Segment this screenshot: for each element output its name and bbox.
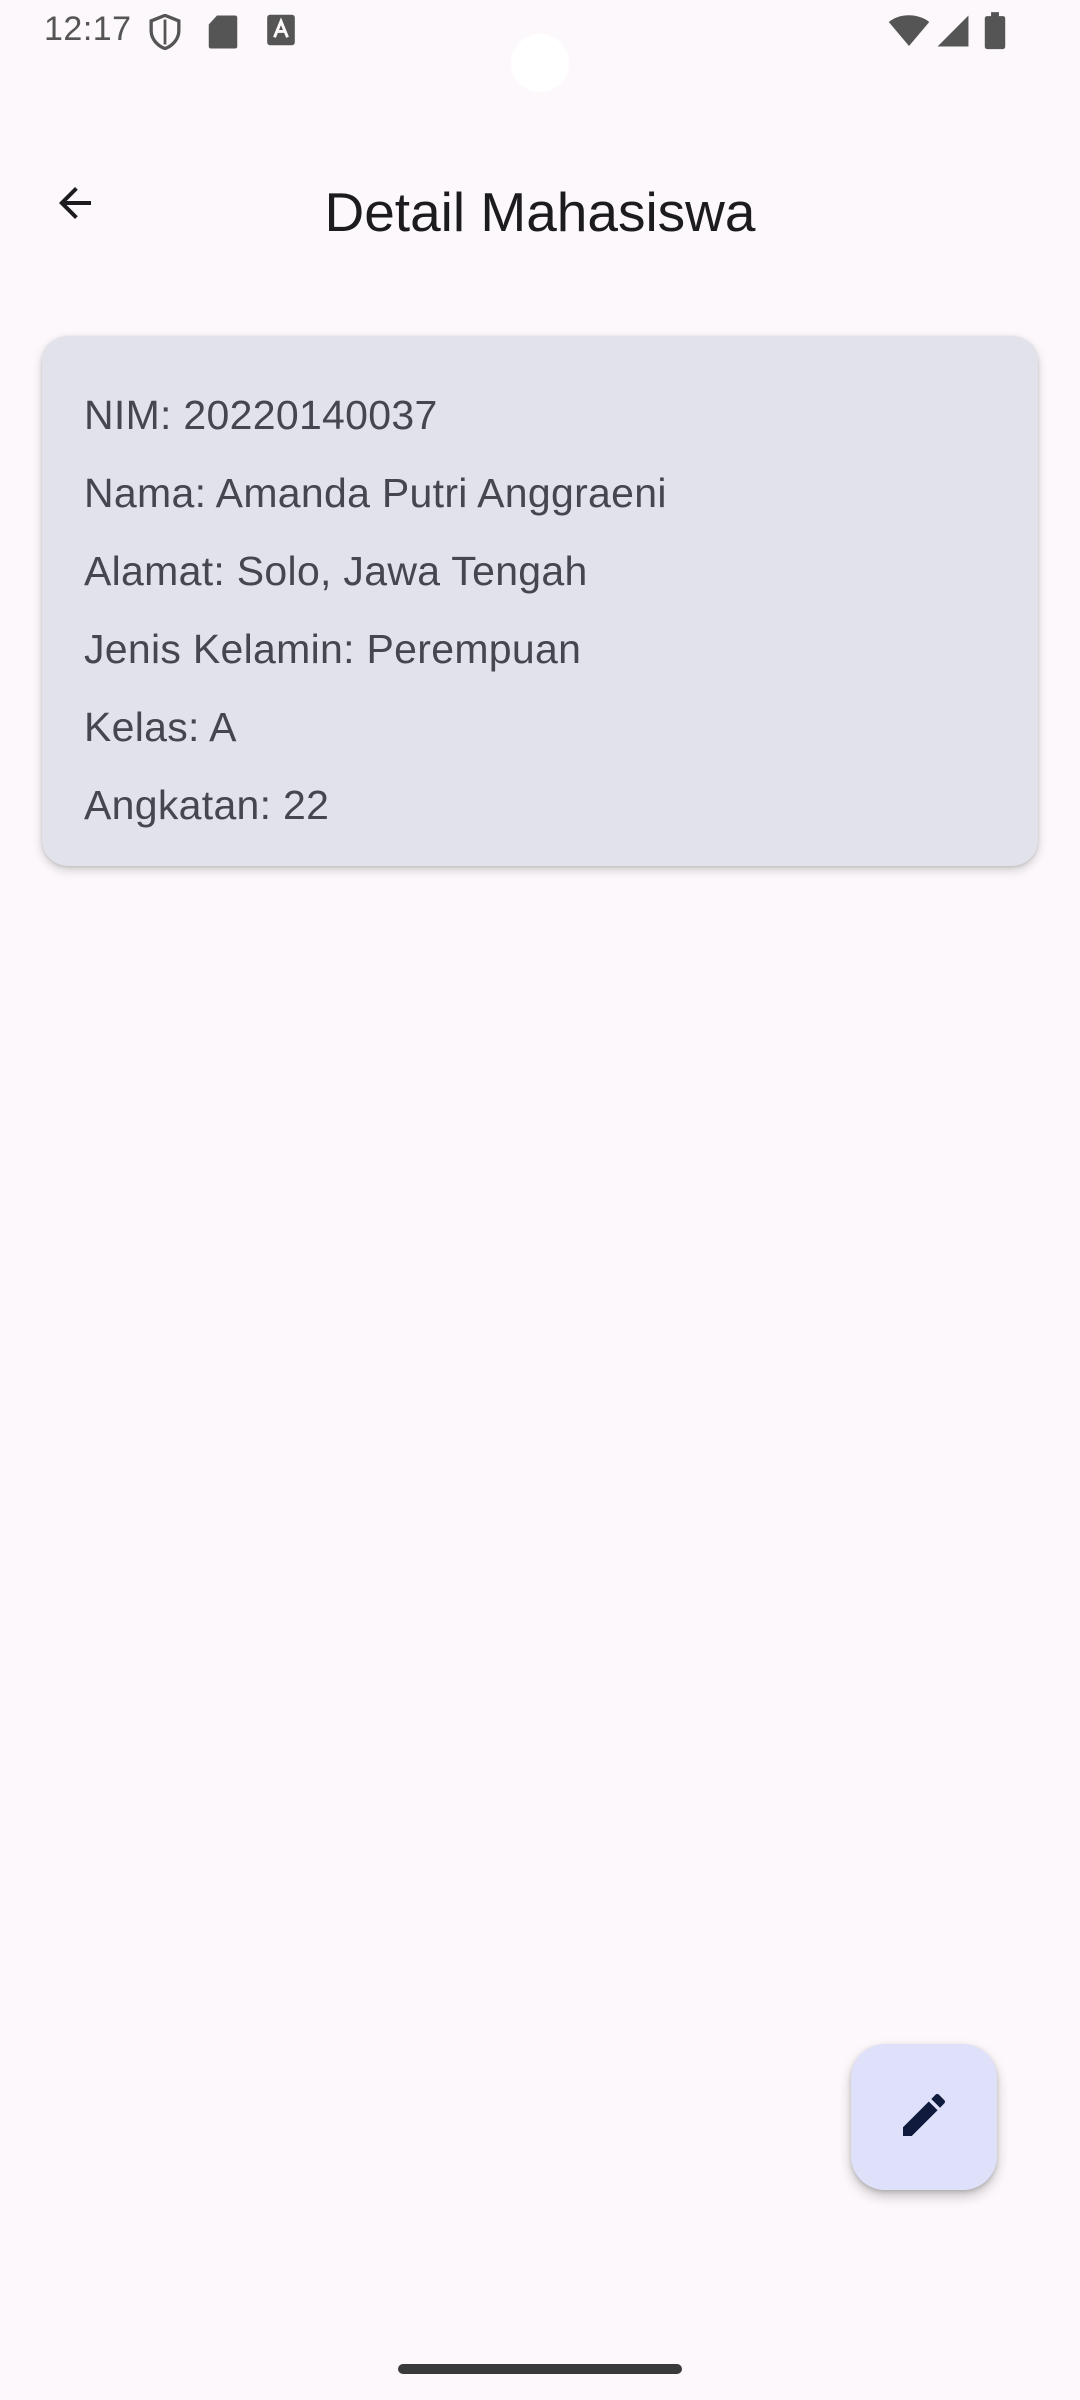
edit-pencil-icon: [896, 2087, 952, 2148]
shield-icon: [148, 13, 182, 55]
battery-icon: [984, 12, 1006, 55]
status-bar: 12:17: [0, 0, 1080, 92]
sd-card-icon: [208, 14, 238, 55]
camera-cutout: [511, 34, 569, 92]
angkatan-text: Angkatan: 22: [84, 782, 330, 828]
nim-text: NIM: 20220140037: [84, 392, 438, 438]
page-title: Detail Mahasiswa: [324, 181, 756, 243]
signal-icon: [936, 14, 970, 53]
kelas-text: Kelas: A: [84, 704, 237, 750]
detail-mahasiswa-screen: 12:17 Detail Mahasiswa NIM: 20220140037 …: [0, 0, 1080, 2400]
status-time: 12:17: [44, 10, 132, 48]
student-detail-card: NIM: 20220140037 Nama: Amanda Putri Angg…: [42, 336, 1038, 866]
gesture-navigation-bar[interactable]: [398, 2364, 682, 2374]
wifi-icon: [888, 14, 930, 53]
alamat-text: Alamat: Solo, Jawa Tengah: [84, 548, 588, 594]
edit-fab-button[interactable]: [851, 2044, 997, 2190]
jenis-kelamin-text: Jenis Kelamin: Perempuan: [84, 626, 582, 672]
keyboard-a-icon: [266, 14, 296, 51]
nama-text: Nama: Amanda Putri Anggraeni: [84, 470, 667, 516]
top-app-bar: Detail Mahasiswa: [0, 150, 1080, 270]
